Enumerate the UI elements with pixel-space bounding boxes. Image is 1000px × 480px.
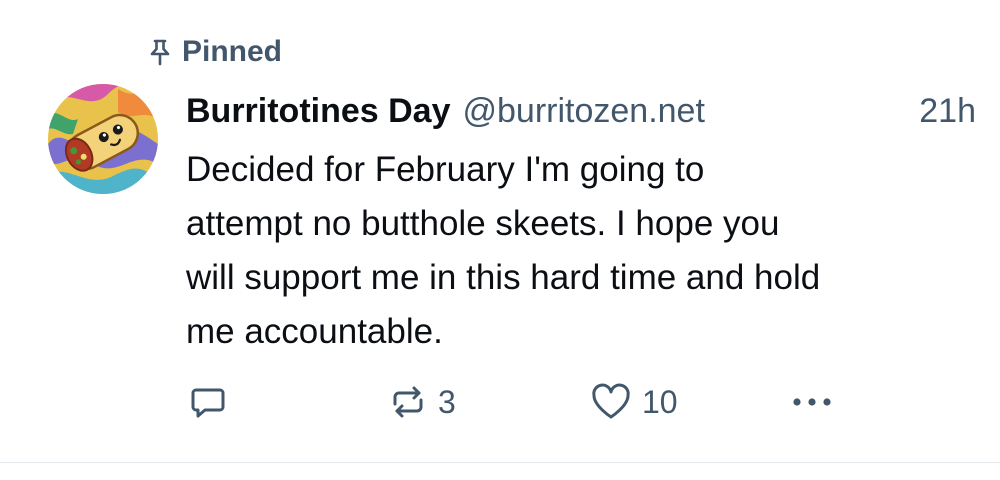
avatar[interactable] bbox=[48, 84, 158, 194]
like-button[interactable]: 10 bbox=[590, 378, 678, 426]
heart-icon bbox=[590, 382, 632, 422]
post-card[interactable]: Pinned Burritotines Day @burritozen.net … bbox=[0, 0, 1000, 480]
reply-icon bbox=[188, 382, 228, 422]
pin-icon bbox=[148, 38, 172, 66]
more-dots-icon bbox=[790, 392, 834, 412]
pinned-indicator: Pinned bbox=[148, 34, 282, 70]
post-actions: 3 10 bbox=[186, 378, 846, 426]
author-handle[interactable]: @burritozen.net bbox=[463, 88, 705, 134]
more-options-button[interactable] bbox=[790, 378, 834, 426]
post-text: Decided for February I'm going to attemp… bbox=[186, 150, 821, 351]
post-divider bbox=[0, 462, 1000, 463]
repost-icon bbox=[388, 382, 428, 422]
repost-button[interactable]: 3 bbox=[388, 378, 456, 426]
post-header: Burritotines Day @burritozen.net 21h bbox=[186, 88, 976, 134]
pinned-label: Pinned bbox=[182, 35, 283, 68]
reply-button[interactable] bbox=[188, 378, 238, 426]
repost-count: 3 bbox=[438, 384, 456, 420]
author-display-name[interactable]: Burritotines Day bbox=[186, 88, 451, 134]
like-count: 10 bbox=[642, 384, 678, 420]
post-timestamp[interactable]: 21h bbox=[919, 88, 976, 134]
